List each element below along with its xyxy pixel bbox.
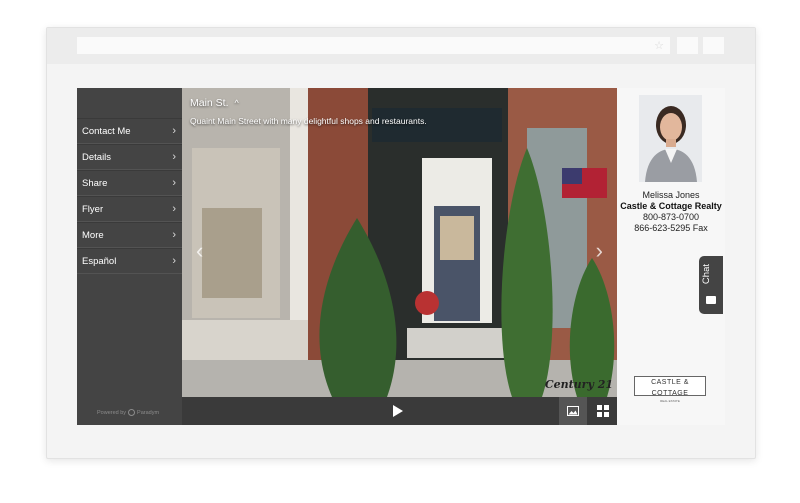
next-photo-arrow-icon[interactable]: › <box>596 238 603 264</box>
century21-watermark: Century 21 <box>544 378 613 391</box>
chevron-right-icon: › <box>172 125 176 137</box>
chevron-right-icon: › <box>172 203 176 215</box>
grid-view-button[interactable] <box>588 397 617 425</box>
sidebar-item-label: Contact Me <box>82 125 131 137</box>
chat-button[interactable]: Chat <box>699 256 723 314</box>
sidebar-item-label: Details <box>82 151 112 163</box>
sidebar-item-label: More <box>82 229 104 241</box>
sidebar: Contact Me › Details › Share › Flyer › M… <box>77 88 182 425</box>
brand-logo-sub: REAL ESTATE <box>660 399 680 403</box>
storefront-photo <box>182 88 617 397</box>
chevron-right-icon: › <box>172 151 176 163</box>
sidebar-menu: Contact Me › Details › Share › Flyer › M… <box>77 118 182 274</box>
photo-icon <box>567 406 579 416</box>
previous-photo-arrow-icon[interactable]: ‹ <box>196 238 203 264</box>
sidebar-item-flyer[interactable]: Flyer › <box>77 196 182 222</box>
sidebar-item-label: Español <box>82 255 117 267</box>
agent-name: Melissa Jones <box>642 190 700 200</box>
browser-button-1[interactable] <box>677 37 698 54</box>
chat-bubble-icon <box>706 296 716 304</box>
sidebar-item-details[interactable]: Details › <box>77 144 182 170</box>
photo-view-button[interactable] <box>559 397 587 425</box>
sidebar-item-share[interactable]: Share › <box>77 170 182 196</box>
sidebar-item-espanol[interactable]: Español › <box>77 248 182 274</box>
tour-controls <box>182 397 617 425</box>
agent-phone[interactable]: 800-873-0700 <box>617 212 725 222</box>
browser-button-2[interactable] <box>703 37 724 54</box>
brand-logo-main: CASTLE & COTTAGE <box>651 379 689 397</box>
castle-cottage-logo[interactable]: CASTLE & COTTAGE REAL ESTATE <box>634 376 706 403</box>
sidebar-item-contact-me[interactable]: Contact Me › <box>77 118 182 144</box>
agent-fax: 866-623-5295 Fax <box>634 223 708 233</box>
chevron-up-icon[interactable]: ^ <box>235 98 239 108</box>
sidebar-item-label: Share <box>82 177 108 189</box>
photo-caption: Quaint Main Street with many delightful … <box>190 116 427 126</box>
photo-title-text: Main St. <box>190 97 229 109</box>
browser-toolbar: ☆ <box>47 28 755 64</box>
photo-title[interactable]: Main St. ^ <box>190 97 239 109</box>
chat-label: Chat <box>701 264 712 285</box>
sidebar-item-more[interactable]: More › <box>77 222 182 248</box>
virtual-tour: Contact Me › Details › Share › Flyer › M… <box>77 88 725 425</box>
powered-by[interactable]: Powered by Paradym <box>97 409 159 416</box>
agent-photo[interactable] <box>639 95 702 182</box>
grid-icon <box>596 405 609 417</box>
chevron-right-icon: › <box>172 255 176 267</box>
powered-brand: Paradym <box>137 409 160 416</box>
agent-portrait <box>639 95 702 182</box>
agent-company: Castle & Cottage Realty <box>620 201 722 211</box>
bookmark-icon[interactable]: ☆ <box>654 39 664 52</box>
play-icon[interactable] <box>393 405 403 417</box>
chevron-right-icon: › <box>172 177 176 189</box>
powered-by-text: Powered by <box>97 409 127 416</box>
paradym-logo-icon <box>128 409 136 416</box>
chevron-right-icon: › <box>172 229 176 241</box>
address-bar[interactable]: ☆ <box>77 37 670 54</box>
sidebar-item-label: Flyer <box>82 203 104 215</box>
tour-photo[interactable]: Main St. ^ Quaint Main Street with many … <box>182 88 617 397</box>
